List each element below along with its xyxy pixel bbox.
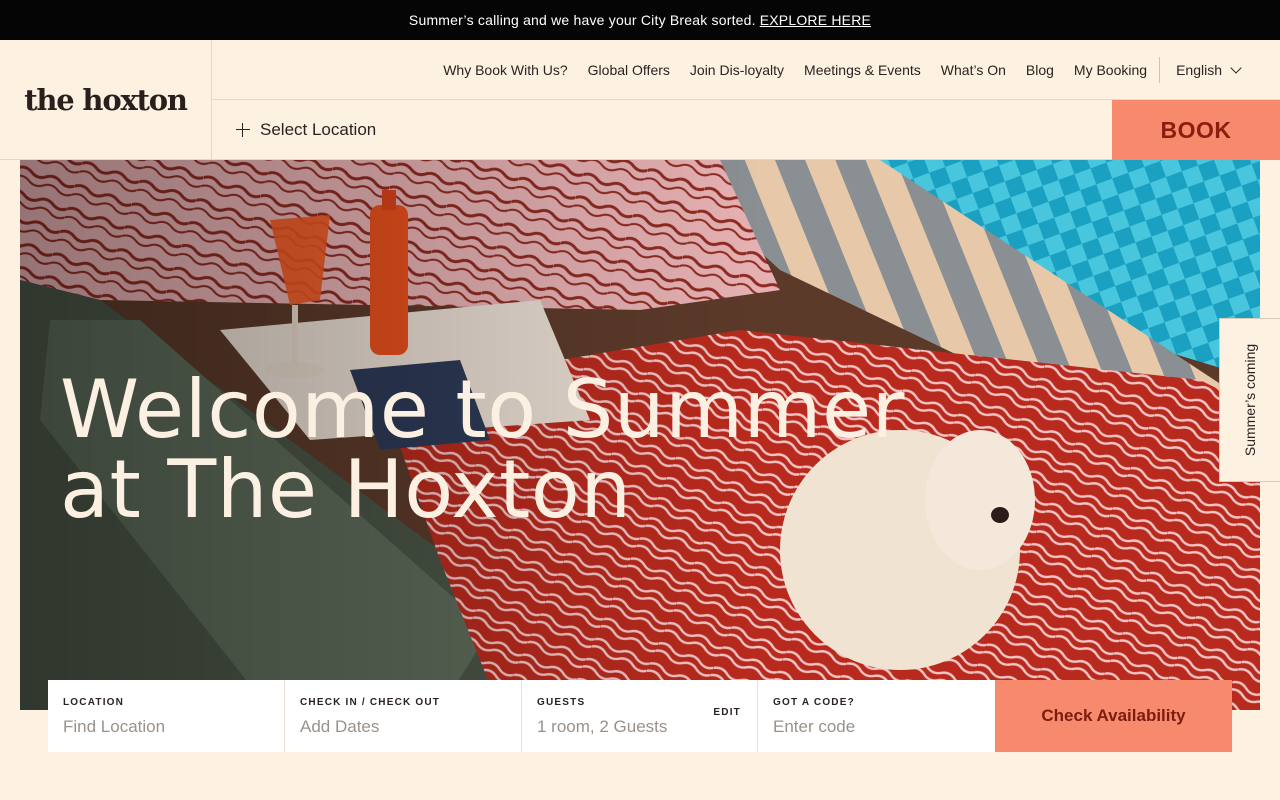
nav-blog[interactable]: Blog: [1026, 62, 1054, 78]
availability-search-bar: LOCATION Find Location CHECK IN / CHECK …: [48, 680, 1232, 752]
code-field[interactable]: GOT A CODE? Enter code: [758, 680, 995, 752]
nav-divider: [1159, 56, 1161, 83]
hero-title-line-2: at The Hoxton: [60, 443, 632, 536]
guests-value[interactable]: 1 room, 2 Guests: [537, 717, 742, 737]
location-label: LOCATION: [63, 697, 125, 708]
chevron-down-icon: [1230, 61, 1242, 74]
nav-join-disloyalty[interactable]: Join Dis-loyalty: [690, 62, 784, 78]
nav-global-offers[interactable]: Global Offers: [588, 62, 670, 78]
announcement-bar: Summer’s calling and we have your City B…: [0, 0, 1280, 40]
nav-meetings-events[interactable]: Meetings & Events: [804, 62, 921, 78]
explore-link[interactable]: EXPLORE HERE: [760, 12, 871, 28]
code-input[interactable]: Enter code: [773, 717, 980, 737]
code-label: GOT A CODE?: [773, 697, 855, 708]
hero-banner: Welcome to Summer at The Hoxton: [20, 160, 1260, 710]
book-button[interactable]: BOOK: [1112, 100, 1280, 160]
dates-label: CHECK IN / CHECK OUT: [300, 697, 441, 708]
nav-whats-on[interactable]: What’s On: [941, 62, 1006, 78]
plus-icon: [236, 123, 250, 137]
location-input[interactable]: Find Location: [63, 717, 269, 737]
site-header: the hoxton Why Book With Us? Global Offe…: [0, 40, 1280, 160]
location-field[interactable]: LOCATION Find Location: [48, 680, 285, 752]
nav-why-book[interactable]: Why Book With Us?: [443, 62, 567, 78]
hero-title-line-1: Welcome to Summer: [60, 363, 906, 456]
language-selector[interactable]: English: [1176, 61, 1242, 78]
nav-my-booking[interactable]: My Booking: [1074, 62, 1147, 78]
summers-coming-tab[interactable]: Summer’s coming: [1219, 318, 1280, 482]
logo[interactable]: the hoxton: [24, 83, 188, 117]
check-availability-button[interactable]: Check Availability: [995, 680, 1232, 752]
logo-container[interactable]: the hoxton: [0, 40, 212, 160]
select-location-label: Select Location: [260, 120, 377, 139]
hero-title: Welcome to Summer at The Hoxton: [60, 370, 905, 530]
guests-edit-button[interactable]: EDIT: [713, 707, 741, 718]
guests-label: GUESTS: [537, 697, 586, 708]
guests-field[interactable]: GUESTS 1 room, 2 Guests EDIT: [522, 680, 758, 752]
dates-input[interactable]: Add Dates: [300, 717, 506, 737]
dates-field[interactable]: CHECK IN / CHECK OUT Add Dates: [285, 680, 522, 752]
announcement-text: Summer’s calling and we have your City B…: [408, 12, 756, 28]
language-label: English: [1176, 61, 1222, 78]
select-location-button[interactable]: Select Location: [212, 100, 1112, 160]
summers-coming-label: Summer’s coming: [1242, 343, 1259, 457]
main-nav: Why Book With Us? Global Offers Join Dis…: [212, 40, 1280, 100]
